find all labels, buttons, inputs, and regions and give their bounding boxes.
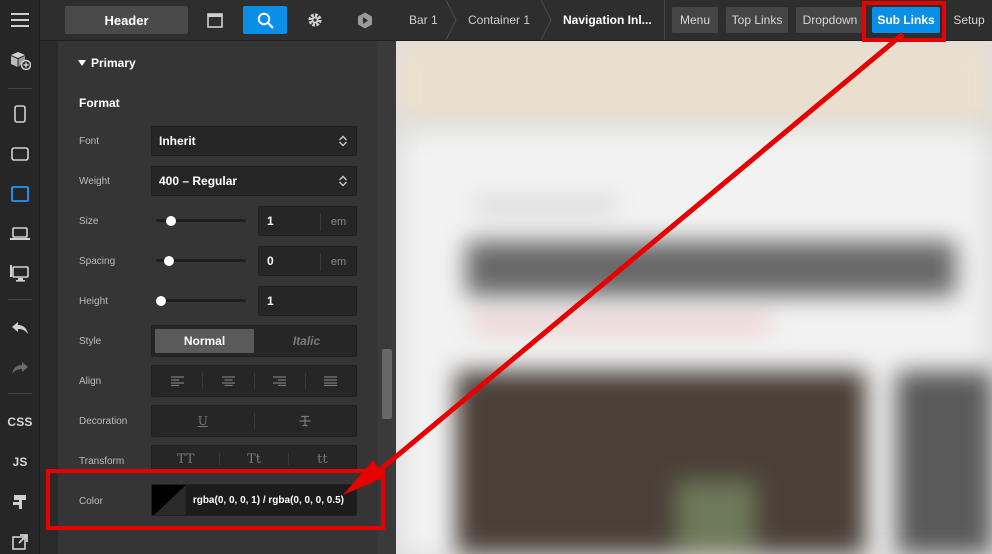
phone-portrait-icon[interactable]	[0, 94, 40, 134]
panel-toolbar: Header	[40, 0, 396, 41]
breadcrumb-divider	[664, 0, 665, 40]
spacing-input[interactable]: 0 em	[258, 246, 357, 276]
style-toggle: Normal Italic	[151, 325, 357, 357]
align-label: Align	[79, 376, 102, 387]
height-slider-track[interactable]	[156, 299, 246, 302]
rail-divider	[8, 393, 32, 394]
height-slider-thumb[interactable]	[156, 296, 166, 306]
height-label: Height	[79, 296, 108, 307]
blurred-site-preview	[396, 41, 992, 554]
select-chevrons-icon	[338, 135, 348, 150]
style-normal-button[interactable]: Normal	[155, 329, 254, 353]
tag-menu[interactable]: Menu	[672, 7, 718, 33]
phone-landscape-icon[interactable]	[0, 134, 40, 174]
tablet-icon[interactable]	[0, 174, 40, 214]
size-value: 1	[267, 214, 274, 228]
align-right-icon[interactable]	[255, 366, 305, 396]
preview-canvas[interactable]	[396, 41, 992, 554]
spacing-unit[interactable]: em	[320, 253, 356, 271]
add-element-icon[interactable]	[0, 40, 40, 80]
breadcrumb-item-bar[interactable]: Bar 1	[409, 0, 438, 40]
hexagon-icon[interactable]	[343, 6, 387, 34]
search-icon[interactable]	[243, 6, 287, 34]
height-input[interactable]: 1	[258, 286, 357, 316]
align-toggle	[151, 365, 357, 397]
section-title: Primary	[91, 56, 136, 70]
tag-dropdown[interactable]: Dropdown	[796, 7, 864, 33]
transform-label: Transform	[79, 456, 125, 467]
size-slider-thumb[interactable]	[166, 216, 177, 226]
decoration-toggle: U	[151, 405, 357, 437]
js-label: JS	[12, 455, 28, 469]
strikethrough-icon[interactable]	[255, 406, 357, 436]
highlight-box-sub-links	[862, 1, 946, 42]
style-italic-button[interactable]: Italic	[257, 326, 356, 356]
format-heading: Format	[79, 96, 120, 110]
decoration-label: Decoration	[79, 416, 128, 427]
highlight-box-color	[46, 469, 385, 530]
builder-tool-icon[interactable]	[0, 482, 40, 522]
size-label: Size	[79, 216, 99, 227]
font-value: Inherit	[159, 134, 196, 148]
breadcrumb-item-navigation[interactable]: Navigation Inl...	[563, 0, 652, 40]
left-rail: CSS JS	[0, 0, 40, 554]
spacing-label: Spacing	[79, 256, 116, 267]
size-unit[interactable]: em	[320, 213, 356, 231]
breadcrumb-separator-icon	[445, 0, 457, 40]
select-chevrons-icon	[338, 175, 348, 190]
section-toggle-primary[interactable]: Primary	[78, 56, 136, 70]
size-input[interactable]: 1 em	[258, 206, 357, 236]
tag-setup[interactable]: Setup	[946, 7, 992, 33]
laptop-icon[interactable]	[0, 214, 40, 254]
gear-icon[interactable]	[293, 6, 337, 34]
caret-down-icon	[78, 60, 86, 66]
font-select[interactable]: Inherit	[151, 126, 357, 156]
spacing-value: 0	[267, 254, 274, 268]
weight-value: 400 – Regular	[159, 174, 238, 188]
scrollbar-thumb[interactable]	[382, 349, 392, 419]
align-left-icon[interactable]	[152, 366, 202, 396]
tag-top-links[interactable]: Top Links	[726, 7, 788, 33]
app-root: CSS JS Header Primary Format Font Inheri…	[0, 0, 992, 554]
height-value: 1	[267, 294, 274, 308]
css-button[interactable]: CSS	[0, 402, 40, 442]
rail-divider	[8, 299, 32, 300]
underline-button[interactable]: U	[152, 406, 254, 436]
breadcrumb-separator-icon	[540, 0, 552, 40]
menu-icon[interactable]	[0, 0, 40, 40]
breadcrumb-item-container[interactable]: Container 1	[468, 0, 530, 40]
weight-label: Weight	[79, 176, 110, 187]
rail-divider	[8, 88, 32, 89]
window-icon[interactable]	[193, 6, 237, 34]
js-button[interactable]: JS	[0, 442, 40, 482]
redo-icon[interactable]	[0, 348, 40, 388]
font-label: Font	[79, 136, 100, 147]
spacing-slider-thumb[interactable]	[164, 256, 174, 266]
align-justify-icon[interactable]	[306, 366, 356, 396]
header-button[interactable]: Header	[65, 6, 188, 34]
desktop-icon[interactable]	[0, 254, 40, 294]
external-link-icon[interactable]	[0, 522, 40, 554]
style-label: Style	[79, 336, 102, 347]
css-label: CSS	[7, 415, 33, 429]
undo-icon[interactable]	[0, 308, 40, 348]
align-center-icon[interactable]	[203, 366, 253, 396]
weight-select[interactable]: 400 – Regular	[151, 166, 357, 196]
